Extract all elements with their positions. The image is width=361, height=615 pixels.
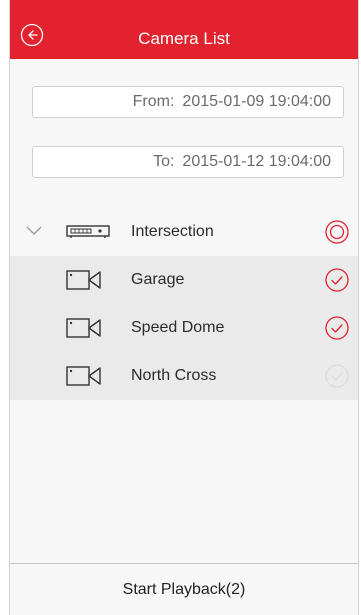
group-label: Intersection xyxy=(131,223,214,240)
camera-icon xyxy=(66,270,101,290)
to-value: 2015-01-12 19:04:00 xyxy=(182,153,331,170)
from-time-field[interactable]: From: 2015-01-09 19:04:00 xyxy=(32,86,344,118)
tree-group-intersection[interactable]: Intersection xyxy=(10,208,358,256)
unchecked-circle-icon[interactable] xyxy=(325,364,349,388)
header-bar: Camera List xyxy=(10,0,358,59)
camera-icon xyxy=(66,366,101,386)
page-title: Camera List xyxy=(138,29,230,48)
camera-tree: Intersection Garage Speed Dome North Cro… xyxy=(10,208,358,400)
camera-label: Speed Dome xyxy=(131,319,225,336)
chevron-down-icon[interactable] xyxy=(26,226,42,236)
camera-row[interactable]: North Cross xyxy=(10,352,358,400)
camera-label: North Cross xyxy=(131,367,217,384)
nvr-device-icon xyxy=(66,225,110,238)
camera-row[interactable]: Garage xyxy=(10,256,358,304)
checked-circle-icon[interactable] xyxy=(325,316,349,340)
start-playback-button[interactable]: Start Playback(2) xyxy=(10,563,358,615)
app-frame: Camera List From: 2015-01-09 19:04:00 To… xyxy=(9,0,359,615)
camera-icon xyxy=(66,318,101,338)
partial-selection-icon[interactable] xyxy=(325,220,349,244)
to-label: To: xyxy=(153,153,175,170)
to-time-field[interactable]: To: 2015-01-12 19:04:00 xyxy=(32,146,344,178)
camera-label: Garage xyxy=(131,271,185,288)
camera-row[interactable]: Speed Dome xyxy=(10,304,358,352)
from-label: From: xyxy=(132,93,175,110)
checked-circle-icon[interactable] xyxy=(325,268,349,292)
from-value: 2015-01-09 19:04:00 xyxy=(182,93,331,110)
start-playback-label: Start Playback(2) xyxy=(122,580,246,598)
